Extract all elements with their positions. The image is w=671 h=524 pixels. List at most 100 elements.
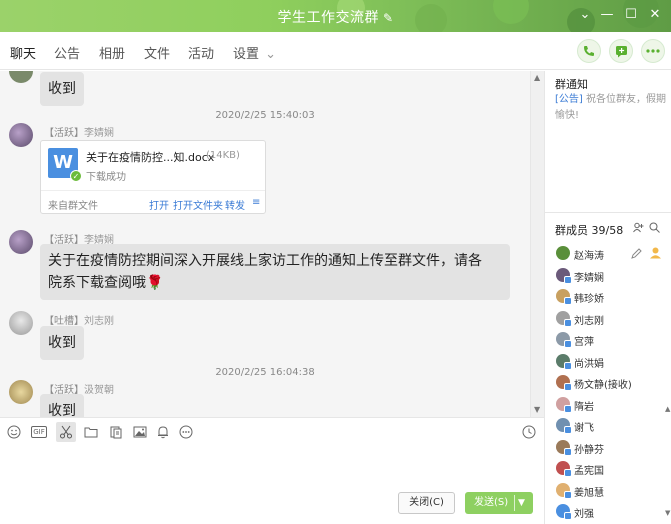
member-name[interactable]: 隋岩 — [574, 398, 594, 413]
members-title: 群成员 39/58 — [555, 224, 624, 237]
member-name[interactable]: 孙静芬 — [574, 441, 604, 456]
member-tag: 【活跃】 — [44, 128, 84, 139]
search-icon[interactable] — [649, 222, 660, 236]
member-item[interactable]: 宫萍 — [556, 330, 666, 350]
member-item[interactable]: 刘志刚 — [556, 309, 666, 329]
folder-icon[interactable] — [83, 424, 99, 440]
chevron-down-icon[interactable]: ▼ — [518, 492, 525, 514]
open-link[interactable]: 打开 — [149, 197, 169, 212]
chevron-down-icon[interactable]: ⌄ — [575, 6, 595, 24]
emoji-icon[interactable] — [6, 424, 22, 440]
chat-scrollbar[interactable]: ▲ ▼ — [530, 71, 544, 417]
member-item[interactable]: 姜旭慧 — [556, 481, 666, 501]
file-name[interactable]: 关于在疫情防控...知.docx — [86, 149, 214, 165]
add-chat-icon[interactable] — [609, 39, 633, 63]
avatar[interactable] — [9, 311, 33, 335]
avatar[interactable] — [9, 71, 33, 83]
tab-settings[interactable]: 设置 ⌄ — [233, 43, 276, 62]
tab-announcement[interactable]: 公告 — [54, 43, 80, 62]
member-name[interactable]: 刘志刚 — [574, 312, 604, 327]
sender-name[interactable]: 李婧娴 — [84, 128, 114, 139]
member-name[interactable]: 姜旭慧 — [574, 484, 604, 499]
image-icon[interactable] — [132, 424, 148, 440]
tab-activity[interactable]: 活动 — [188, 43, 214, 62]
member-item[interactable]: 李婧娴 — [556, 266, 666, 286]
chat-area[interactable]: 收到 2020/2/25 15:40:03 【活跃】李婧娴 W ✓ 关于在疫情防… — [0, 71, 530, 417]
more-circle-icon[interactable] — [178, 424, 194, 440]
maximize-icon[interactable]: ☐ — [621, 6, 641, 24]
avatar[interactable] — [556, 246, 570, 260]
close-button[interactable]: 关闭(C) — [398, 492, 455, 514]
forward-link[interactable]: 转发 — [225, 197, 245, 212]
more-icon[interactable] — [641, 39, 665, 63]
close-icon[interactable]: ✕ — [645, 6, 665, 24]
member-name[interactable]: 赵海涛 — [574, 247, 604, 262]
tab-files[interactable]: 文件 — [144, 43, 170, 62]
minimize-icon[interactable]: — — [597, 6, 617, 24]
file-status: 下载成功 — [86, 172, 126, 183]
pencil-icon[interactable]: ✎ — [383, 11, 394, 25]
sender-name[interactable]: 汲贺朝 — [84, 385, 114, 396]
avatar[interactable] — [9, 380, 33, 404]
menu-icon[interactable]: ≡ — [252, 197, 260, 208]
message-bubble[interactable]: 关于在疫情防控期间深入开展线上家访工作的通知上传至群文件，请各 院系下载查阅哦🌹 — [40, 244, 510, 300]
member-name[interactable]: 李婧娴 — [574, 269, 604, 284]
member-scrollbar[interactable]: ▲ ▼ — [665, 331, 671, 524]
divider — [545, 212, 671, 213]
scissors-icon[interactable] — [56, 422, 76, 442]
member-name[interactable]: 尚洪娟 — [574, 355, 604, 370]
member-name[interactable]: 孟宪国 — [574, 462, 604, 477]
notice-text[interactable]: [公告] 祝各位群友，假期愉快! — [555, 92, 667, 124]
member-item[interactable]: 韩珍娇 — [556, 287, 666, 307]
member-item[interactable]: 孟宪国 — [556, 459, 666, 479]
member-item[interactable]: 谢飞 — [556, 416, 666, 436]
tab-album[interactable]: 相册 — [99, 43, 125, 62]
send-label: 发送(S) — [474, 497, 509, 508]
member-name[interactable]: 刘强 — [574, 505, 594, 520]
member-item[interactable]: 赵海涛 — [556, 244, 666, 264]
online-status-icon — [564, 426, 572, 434]
send-button[interactable]: 发送(S) ▼ — [465, 492, 533, 514]
timestamp: 2020/2/25 15:40:03 — [215, 110, 315, 121]
timestamp: 2020/2/25 16:04:38 — [215, 367, 315, 378]
avatar[interactable] — [9, 230, 33, 254]
notice-title[interactable]: 群通知 — [555, 76, 588, 92]
input-toolbar: GIF — [0, 417, 544, 445]
member-name[interactable]: 宫萍 — [574, 333, 594, 348]
online-status-icon — [564, 340, 572, 348]
member-name[interactable]: 韩珍娇 — [574, 290, 604, 305]
gif-icon[interactable]: GIF — [30, 424, 48, 440]
open-folder-link[interactable]: 打开文件夹 — [173, 197, 223, 212]
member-item[interactable]: 刘强 — [556, 502, 666, 522]
member-item[interactable]: 隋岩 — [556, 395, 666, 415]
scroll-down-icon[interactable]: ▼ — [534, 405, 540, 414]
window-title: 学生工作交流群 ✎ — [0, 7, 671, 27]
member-name[interactable]: 谢飞 — [574, 419, 594, 434]
message-input[interactable] — [0, 445, 544, 524]
online-status-icon — [564, 512, 572, 520]
scroll-up-icon[interactable]: ▲ — [665, 405, 670, 413]
avatar[interactable] — [9, 123, 33, 147]
file-card[interactable]: W ✓ 关于在疫情防控...知.docx (14KB) 下载成功 来自群文件 打… — [40, 140, 266, 214]
file-size: (14KB) — [206, 150, 240, 161]
divider — [514, 495, 515, 511]
member-item[interactable]: 尚洪娟 — [556, 352, 666, 372]
member-item[interactable]: 孙静芬 — [556, 438, 666, 458]
sender-name[interactable]: 刘志刚 — [84, 316, 114, 327]
clock-icon[interactable] — [521, 424, 537, 440]
bell-icon[interactable] — [155, 424, 171, 440]
add-member-icon[interactable] — [633, 222, 644, 236]
member-name[interactable]: 杨文静(接收) — [574, 376, 632, 391]
phone-icon[interactable] — [577, 39, 601, 63]
online-status-icon — [564, 404, 572, 413]
doc-icon[interactable] — [108, 424, 124, 440]
scroll-down-icon[interactable]: ▼ — [665, 509, 670, 517]
sender-info: 【吐槽】刘志刚 — [44, 312, 114, 327]
message-bubble[interactable]: 收到 — [40, 72, 84, 106]
tab-chat[interactable]: 聊天 — [10, 43, 37, 73]
chevron-down-icon: ⌄ — [265, 47, 277, 62]
scroll-up-icon[interactable]: ▲ — [534, 73, 540, 82]
message-bubble[interactable]: 收到 — [40, 394, 84, 417]
message-bubble[interactable]: 收到 — [40, 326, 84, 360]
member-item[interactable]: 杨文静(接收) — [556, 373, 666, 393]
